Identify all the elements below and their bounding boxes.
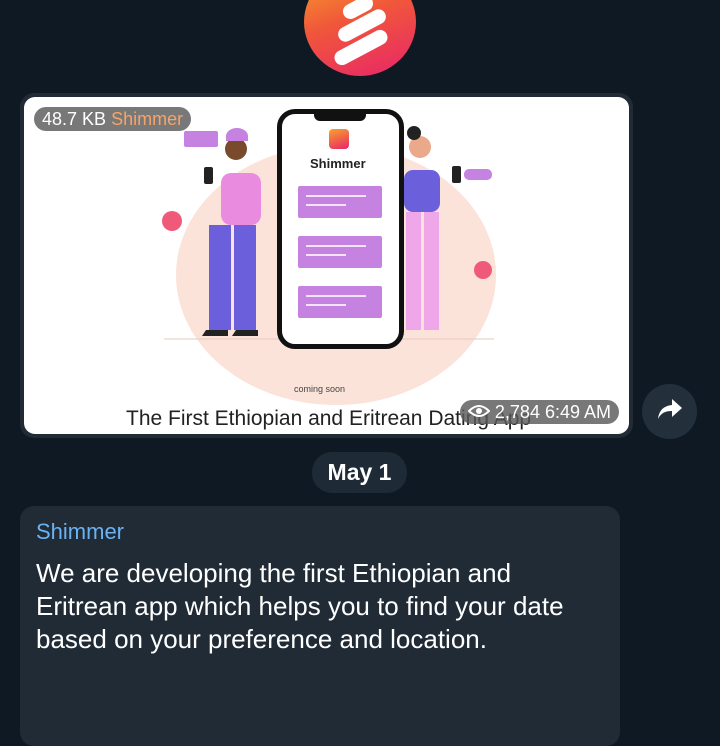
message-text: We are developing the first Ethiopian an…	[36, 558, 564, 654]
file-size: 48.7 KB	[42, 109, 107, 129]
channel-avatar[interactable]	[304, 0, 416, 76]
media-message-bubble[interactable]: Shimmer coming soon The First Ethiopian …	[20, 93, 633, 438]
shimmer-app-icon	[329, 129, 349, 149]
message-author[interactable]: Shimmer	[36, 519, 124, 545]
promo-image[interactable]: Shimmer coming soon The First Ethiopian …	[24, 97, 629, 434]
phone-mockup: Shimmer	[277, 109, 404, 349]
coming-soon-text: coming soon	[294, 384, 346, 394]
message-time: 6:49 AM	[544, 402, 611, 422]
media-author: Shimmer	[111, 109, 184, 129]
date-separator: May 1	[312, 452, 407, 493]
message-meta-badge: 2,784 6:49 AM	[459, 400, 619, 424]
view-count: 2,784	[494, 402, 540, 422]
eye-icon	[467, 400, 491, 424]
share-button[interactable]	[642, 384, 697, 439]
phone-app-name: Shimmer	[310, 156, 366, 171]
share-arrow-icon	[656, 397, 684, 426]
text-message-bubble[interactable]: Shimmer We are developing the first Ethi…	[20, 506, 620, 746]
file-size-badge: 48.7 KB Shimmer	[34, 107, 192, 131]
